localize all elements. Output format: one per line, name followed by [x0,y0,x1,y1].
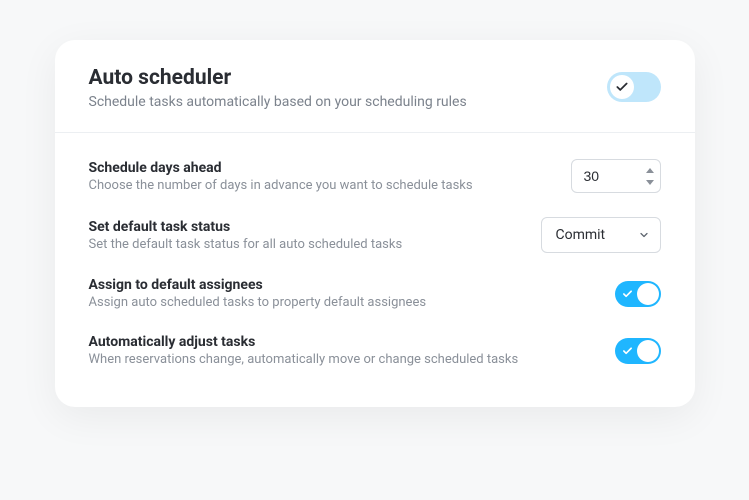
auto-scheduler-toggle[interactable] [607,72,661,102]
chevron-down-icon [638,229,650,241]
check-icon [622,345,633,356]
toggle-knob [637,283,659,305]
label-block: Automatically adjust tasks When reservat… [89,334,599,367]
header-title: Auto scheduler [89,66,607,90]
setting-label: Schedule days ahead [89,160,555,176]
label-block: Schedule days ahead Choose the number of… [89,160,555,193]
stepper-up-button[interactable] [643,165,657,175]
toggle-knob [637,340,659,362]
check-icon [622,288,633,299]
auto-adjust-toggle[interactable] [615,338,661,364]
setting-desc: When reservations change, automatically … [89,352,599,367]
check-icon [615,80,629,94]
setting-desc: Set the default task status for all auto… [89,237,525,252]
setting-desc: Assign auto scheduled tasks to property … [89,295,599,310]
default-status-select[interactable]: Commit [541,217,661,253]
settings-list: Schedule days ahead Choose the number of… [55,133,695,407]
assign-default-toggle[interactable] [615,281,661,307]
setting-desc: Choose the number of days in advance you… [89,178,555,193]
auto-scheduler-card: Auto scheduler Schedule tasks automatica… [55,40,695,407]
setting-label: Automatically adjust tasks [89,334,599,350]
select-value: Commit [556,227,606,243]
label-block: Set default task status Set the default … [89,219,525,252]
row-assign-default-assignees: Assign to default assignees Assign auto … [89,259,661,316]
label-block: Assign to default assignees Assign auto … [89,277,599,310]
row-schedule-days-ahead: Schedule days ahead Choose the number of… [89,141,661,199]
row-auto-adjust-tasks: Automatically adjust tasks When reservat… [89,316,661,373]
stepper-group [643,161,657,191]
header-title-block: Auto scheduler Schedule tasks automatica… [89,66,607,110]
card-header: Auto scheduler Schedule tasks automatica… [55,40,695,133]
stepper-down-button[interactable] [643,177,657,187]
days-ahead-input-wrap [571,159,661,193]
row-default-task-status: Set default task status Set the default … [89,199,661,259]
header-subtitle: Schedule tasks automatically based on yo… [89,94,607,110]
toggle-knob [610,75,634,99]
setting-label: Assign to default assignees [89,277,599,293]
setting-label: Set default task status [89,219,525,235]
